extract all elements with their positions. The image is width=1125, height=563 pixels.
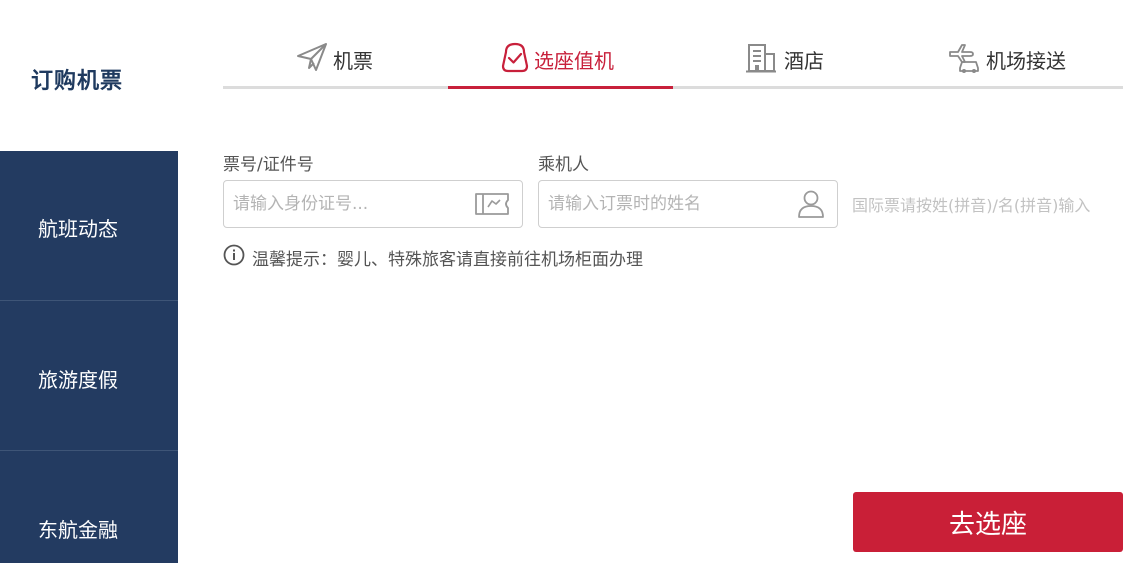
info-icon bbox=[223, 244, 245, 266]
plane-car-icon bbox=[949, 44, 979, 73]
passenger-field-label: 乘机人 bbox=[538, 155, 589, 175]
tab-label: 机票 bbox=[333, 49, 373, 73]
tabs-divider bbox=[223, 86, 1123, 89]
international-name-hint: 国际票请按姓(拼音)/名(拼音)输入 bbox=[852, 196, 1091, 215]
sidebar: 订购机票 航班动态 旅游度假 东航金融 bbox=[0, 0, 178, 563]
sidebar-item-label: 东航金融 bbox=[38, 518, 118, 542]
sidebar-item-vacation[interactable]: 旅游度假 bbox=[0, 301, 178, 451]
ticket-input-box bbox=[223, 180, 523, 228]
sidebar-item-label: 订购机票 bbox=[31, 69, 124, 94]
sidebar-item-label: 航班动态 bbox=[38, 217, 118, 241]
tab-airport-transfer[interactable]: 机场接送 bbox=[898, 34, 1123, 86]
active-tab-indicator bbox=[448, 86, 673, 89]
ticket-field-label: 票号/证件号 bbox=[223, 155, 314, 175]
tab-flights[interactable]: 机票 bbox=[223, 34, 448, 86]
passenger-input-box bbox=[538, 180, 838, 228]
service-tabs: 机票 选座值机 酒店 机场接送 bbox=[223, 34, 1123, 90]
user-icon bbox=[798, 190, 824, 218]
sidebar-item-book-tickets[interactable]: 订购机票 bbox=[0, 0, 178, 151]
page: 订购机票 航班动态 旅游度假 东航金融 机票 选座值机 酒店 机场接送 票号/证… bbox=[0, 0, 1125, 563]
tab-label: 选座值机 bbox=[534, 49, 614, 73]
tip-text: 温馨提示：婴儿、特殊旅客请直接前往机场柜面办理 bbox=[252, 250, 643, 270]
sidebar-item-finance[interactable]: 东航金融 bbox=[0, 451, 178, 563]
building-icon bbox=[746, 44, 776, 73]
id-card-icon[interactable] bbox=[474, 190, 510, 218]
sidebar-item-flight-status[interactable]: 航班动态 bbox=[0, 151, 178, 301]
tab-label: 酒店 bbox=[784, 49, 824, 73]
passenger-name-input[interactable] bbox=[539, 181, 837, 227]
seat-check-icon bbox=[501, 42, 529, 73]
tab-hotel[interactable]: 酒店 bbox=[673, 34, 898, 86]
tab-label: 机场接送 bbox=[986, 49, 1066, 73]
tab-seat-checkin[interactable]: 选座值机 bbox=[448, 34, 673, 86]
paper-plane-icon bbox=[297, 43, 327, 71]
sidebar-item-label: 旅游度假 bbox=[38, 368, 118, 392]
select-seat-button[interactable]: 去选座 bbox=[853, 492, 1123, 552]
